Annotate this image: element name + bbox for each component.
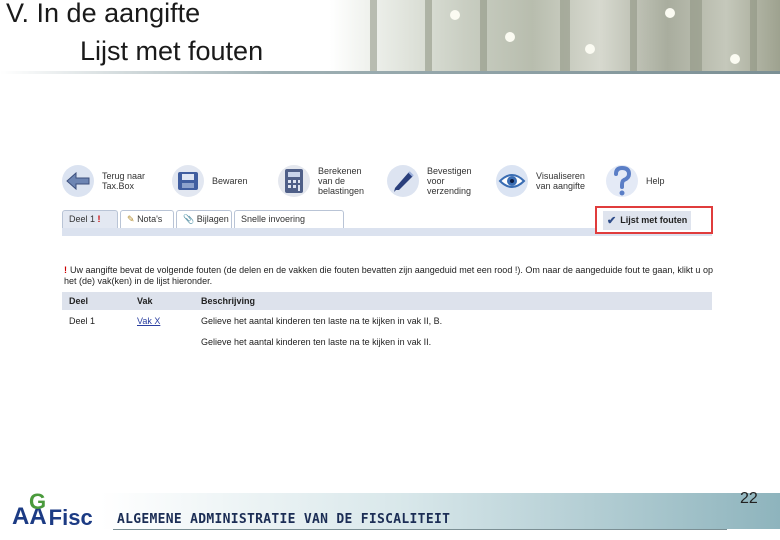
help-button[interactable]: Help xyxy=(606,161,665,201)
aagfisc-logo: AA G Fisc xyxy=(12,489,93,531)
tab-lijst-met-fouten-label: Lijst met fouten xyxy=(620,215,688,225)
save-icon xyxy=(172,165,204,197)
error-message-text: Uw aangifte bevat de volgende fouten (de… xyxy=(64,265,713,286)
cell-beschrijving: Gelieve het aantal kinderen ten laste na… xyxy=(201,315,443,326)
toolbar: Terug naar Tax.Box Bewaren Berekenen van… xyxy=(50,152,726,204)
save-button[interactable]: Bewaren xyxy=(172,161,248,201)
header-divider xyxy=(0,71,780,74)
column-header-deel: Deel xyxy=(62,292,130,310)
help-label: Help xyxy=(646,176,665,186)
logo-letter: G xyxy=(29,489,47,514)
pen-icon xyxy=(387,165,419,197)
footer-underline xyxy=(113,529,727,530)
cell-beschrijving: Gelieve het aantal kinderen ten laste na… xyxy=(201,336,432,347)
logo-suffix: Fisc xyxy=(48,505,93,530)
footer-text: ALGEMENE ADMINISTRATIE VAN DE FISCALITEI… xyxy=(117,512,451,527)
save-label: Bewaren xyxy=(212,176,248,186)
help-icon xyxy=(606,165,638,197)
eye-icon xyxy=(496,165,528,197)
cell-vak: Vak X xyxy=(130,310,194,331)
cell-deel: Deel 1 xyxy=(69,315,96,326)
tab-bijlagen[interactable]: 📎 Bijlagen xyxy=(176,210,232,228)
error-message: ! Uw aangifte bevat de volgende fouten (d… xyxy=(64,265,714,287)
column-header-beschrijving: Beschrijving xyxy=(194,292,712,310)
tab-bijlagen-label: Bijlagen xyxy=(196,214,229,224)
tab-lijst-met-fouten[interactable]: ✔ Lijst met fouten xyxy=(595,206,713,234)
slide-title: V. In de aangifte xyxy=(6,0,201,28)
cell-vak xyxy=(130,331,194,352)
paperclip-icon: 📎 xyxy=(183,214,195,224)
tab-deel-1-error-marker: ! xyxy=(97,214,101,224)
back-to-taxbox-label: Terug naar Tax.Box xyxy=(102,171,146,191)
tab-notas[interactable]: ✎ Nota's xyxy=(120,210,174,228)
slide-subtitle: Lijst met fouten xyxy=(80,36,264,66)
back-to-taxbox-button[interactable]: Terug naar Tax.Box xyxy=(62,161,145,201)
error-table: Deel Vak Beschrijving Deel 1 Vak X Gelie… xyxy=(62,292,712,352)
table-row: Deel 1 Vak X Gelieve het aantal kinderen… xyxy=(62,310,712,331)
view-return-label: Visualiseren van aangifte xyxy=(536,171,586,191)
calculate-taxes-label: Berekenen van de belastingen xyxy=(318,166,365,196)
table-header-row: Deel Vak Beschrijving xyxy=(62,292,712,310)
checkmark-icon: ✔ xyxy=(607,214,617,227)
column-header-vak: Vak xyxy=(130,292,194,310)
confirm-send-button[interactable]: Bevestigen voor verzending xyxy=(387,161,472,201)
tab-snelle-invoering-label: Snelle invoering xyxy=(241,214,306,224)
back-arrow-icon xyxy=(62,165,94,197)
page-number: 22 xyxy=(740,490,758,507)
header-photo xyxy=(330,0,780,72)
logo-prefix: AA G xyxy=(12,489,47,531)
error-message-marker: ! xyxy=(64,265,67,275)
cell-deel xyxy=(62,331,130,352)
vak-link[interactable]: Vak X xyxy=(137,316,160,326)
calculator-icon xyxy=(278,165,310,197)
tab-snelle-invoering[interactable]: Snelle invoering xyxy=(234,210,344,228)
calculate-taxes-button[interactable]: Berekenen van de belastingen xyxy=(278,161,364,201)
view-return-button[interactable]: Visualiseren van aangifte xyxy=(496,161,585,201)
tab-notas-label: Nota's xyxy=(137,214,163,224)
tab-deel-1-label: Deel 1 xyxy=(69,214,96,224)
confirm-send-label: Bevestigen voor verzending xyxy=(427,166,472,196)
tab-deel-1[interactable]: Deel 1 ! xyxy=(62,210,118,228)
application-screenshot: Terug naar Tax.Box Bewaren Berekenen van… xyxy=(50,152,726,364)
table-row: Gelieve het aantal kinderen ten laste na… xyxy=(62,331,712,352)
tab-lijst-met-fouten-body: ✔ Lijst met fouten xyxy=(603,210,692,230)
note-icon: ✎ xyxy=(127,214,135,224)
